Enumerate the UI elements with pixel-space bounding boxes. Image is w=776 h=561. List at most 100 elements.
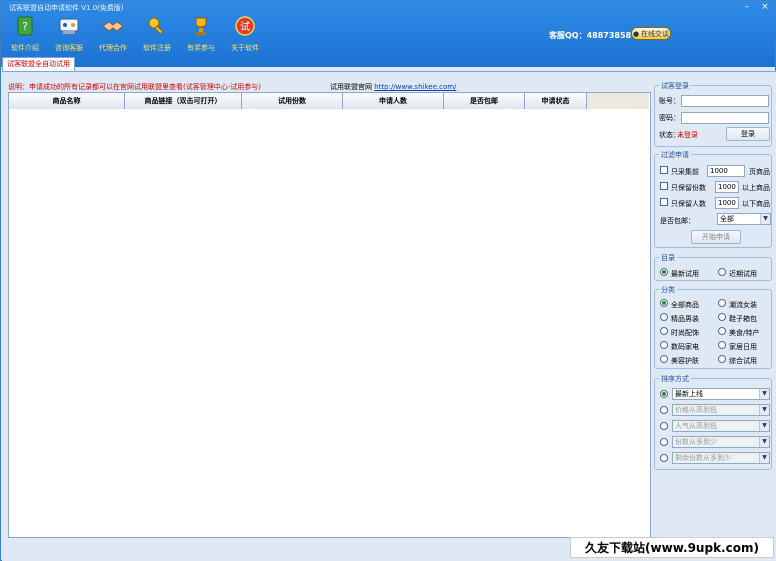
window-title: 试客联盟自动申请软件 V1.0(免费版) (9, 4, 124, 12)
toolbar-label: 有奖参与 (187, 44, 215, 52)
group-title: 目录 (659, 253, 677, 263)
app-window: 试客联盟自动申请软件 V1.0(免费版) – × ? 软件介绍 咨询客服 代理合… (0, 0, 776, 561)
product-table: 商品名称 商品链接（双击可打开） 试用份数 申请人数 是否包邮 申请状态 (8, 92, 651, 538)
filter-quantity-checkbox[interactable] (660, 182, 668, 190)
sort-select[interactable]: 价格从高到低 ▼ (672, 404, 770, 416)
filter-applicants-checkbox[interactable] (660, 198, 668, 206)
filter-label: 只保留份数 (671, 184, 706, 192)
radio-label: 综合试用 (729, 357, 757, 365)
category-radio[interactable] (660, 327, 668, 335)
about-badge-glyph: 试 (240, 20, 250, 33)
toolbar: ? 软件介绍 咨询客服 代理合作 软件注册 有奖参与 试 关于软件 (3, 15, 267, 53)
chevron-down-icon: ▼ (759, 389, 769, 399)
category-radio[interactable] (718, 341, 726, 349)
category-radio[interactable] (718, 299, 726, 307)
toolbar-about[interactable]: 试 关于软件 (223, 15, 267, 53)
key-icon (146, 15, 168, 37)
toolbar-software-intro[interactable]: ? 软件介绍 (3, 15, 47, 53)
sort-option: 份数从多到少 (675, 438, 717, 446)
sort-group: 排序方式 最新上线 ▼ 价格从高到低 ▼ 人气从高到低 ▼ 份数从多到少 ▼ 剩… (654, 374, 772, 470)
radio-label: 美容护肤 (671, 357, 699, 365)
login-button[interactable]: 登录 (726, 127, 770, 141)
close-icon[interactable]: × (759, 2, 771, 12)
radio-label: 鞋子箱包 (729, 315, 757, 323)
sort-select[interactable]: 剩余份数从多到少 ▼ (672, 452, 770, 464)
toolbar-consult-service[interactable]: 咨询客服 (47, 15, 91, 53)
category-radio[interactable] (660, 313, 668, 321)
chevron-down-icon: ▼ (759, 405, 769, 415)
filter-suffix: 以上商品 (742, 184, 770, 192)
login-group: 试客登录 账号： 密码： 状态： 未登录 登录 (654, 81, 772, 147)
toolbar-agent-cooperation[interactable]: 代理合作 (91, 15, 135, 53)
qq-penguin-icon: ● (632, 29, 640, 38)
chevron-down-icon: ▼ (759, 453, 769, 463)
toolbar-software-register[interactable]: 软件注册 (135, 15, 179, 53)
sort-radio[interactable] (660, 390, 668, 398)
sort-radio[interactable] (660, 406, 668, 414)
filter-suffix: 以下商品 (742, 200, 770, 208)
filter-quantity-input[interactable]: 1000 (715, 181, 739, 193)
catalog-latest-radio[interactable] (660, 268, 668, 276)
group-title: 分类 (659, 285, 677, 295)
column-header[interactable]: 商品名称 (9, 93, 125, 109)
sort-select[interactable]: 份数从多到少 ▼ (672, 436, 770, 448)
start-apply-button[interactable]: 开始申请 (691, 230, 741, 244)
radio-label: 家居日用 (729, 343, 757, 351)
category-radio[interactable] (660, 355, 668, 363)
filter-pages-input[interactable]: 1000 (707, 165, 745, 177)
shipping-select[interactable]: 全部 ▼ (717, 213, 771, 225)
filter-label: 只保留人数 (671, 200, 706, 208)
radio-label: 最新试用 (671, 270, 699, 278)
login-status: 未登录 (677, 131, 698, 139)
sort-option: 剩余份数从多到少 (675, 454, 731, 462)
column-header[interactable]: 申请人数 (343, 93, 444, 109)
qq-chat-label: 在线交谈 (641, 29, 670, 38)
minimize-icon[interactable]: – (741, 2, 753, 12)
toolbar-label: 软件介绍 (11, 44, 39, 52)
category-radio[interactable] (718, 327, 726, 335)
site-label: 试用联盟官网 (330, 83, 372, 91)
sort-select[interactable]: 人气从高到低 ▼ (672, 420, 770, 432)
tab-auto-trial[interactable]: 试客联盟全自动试用 (2, 57, 75, 71)
chevron-down-icon: ▼ (760, 214, 770, 224)
radio-label: 精品男装 (671, 315, 699, 323)
trophy-icon (190, 15, 212, 37)
site-link[interactable]: http://www.shikee.com/ (374, 83, 456, 91)
qq-chat-button[interactable]: ● 在线交谈 (631, 27, 671, 40)
catalog-recent-radio[interactable] (718, 268, 726, 276)
radio-label: 近期试用 (729, 270, 757, 278)
about-badge-icon: 试 (234, 15, 256, 37)
password-input[interactable] (681, 112, 769, 124)
category-group: 分类 全部商品 潮流女装 精品男装 鞋子箱包 时尚配饰 美食/特产 数码家电 家… (654, 285, 772, 369)
column-header[interactable]: 试用份数 (242, 93, 343, 109)
column-header[interactable]: 申请状态 (525, 93, 587, 109)
header-filler (587, 93, 649, 109)
sort-radio[interactable] (660, 438, 668, 446)
filter-applicants-input[interactable]: 1000 (715, 197, 739, 209)
sort-radio[interactable] (660, 422, 668, 430)
chevron-down-icon: ▼ (759, 437, 769, 447)
radio-label: 全部商品 (671, 301, 699, 309)
account-input[interactable] (681, 95, 769, 107)
sort-radio[interactable] (660, 454, 668, 462)
filter-pages-checkbox[interactable] (660, 166, 668, 174)
column-header[interactable]: 商品链接（双击可打开） (125, 93, 242, 109)
sort-select[interactable]: 最新上线 ▼ (672, 388, 770, 400)
category-radio[interactable] (718, 313, 726, 321)
group-title: 过滤申请 (659, 150, 691, 160)
password-label: 密码： (659, 114, 680, 122)
category-radio[interactable] (718, 355, 726, 363)
shipping-label: 是否包邮： (660, 217, 695, 225)
category-radio[interactable] (660, 341, 668, 349)
radio-label: 时尚配饰 (671, 329, 699, 337)
column-header[interactable]: 是否包邮 (444, 93, 525, 109)
sort-option: 价格从高到低 (675, 406, 717, 414)
radio-label: 美食/特产 (729, 329, 760, 337)
toolbar-label: 代理合作 (99, 44, 127, 52)
help-book-icon: ? (14, 15, 36, 37)
filter-group: 过滤申请 只采集前 1000 页商品 只保留份数 1000 以上商品 只保留人数… (654, 150, 772, 248)
toolbar-trophy[interactable]: 有奖参与 (179, 15, 223, 53)
sort-option: 最新上线 (675, 390, 703, 398)
svg-text:?: ? (22, 20, 28, 33)
category-radio[interactable] (660, 299, 668, 307)
